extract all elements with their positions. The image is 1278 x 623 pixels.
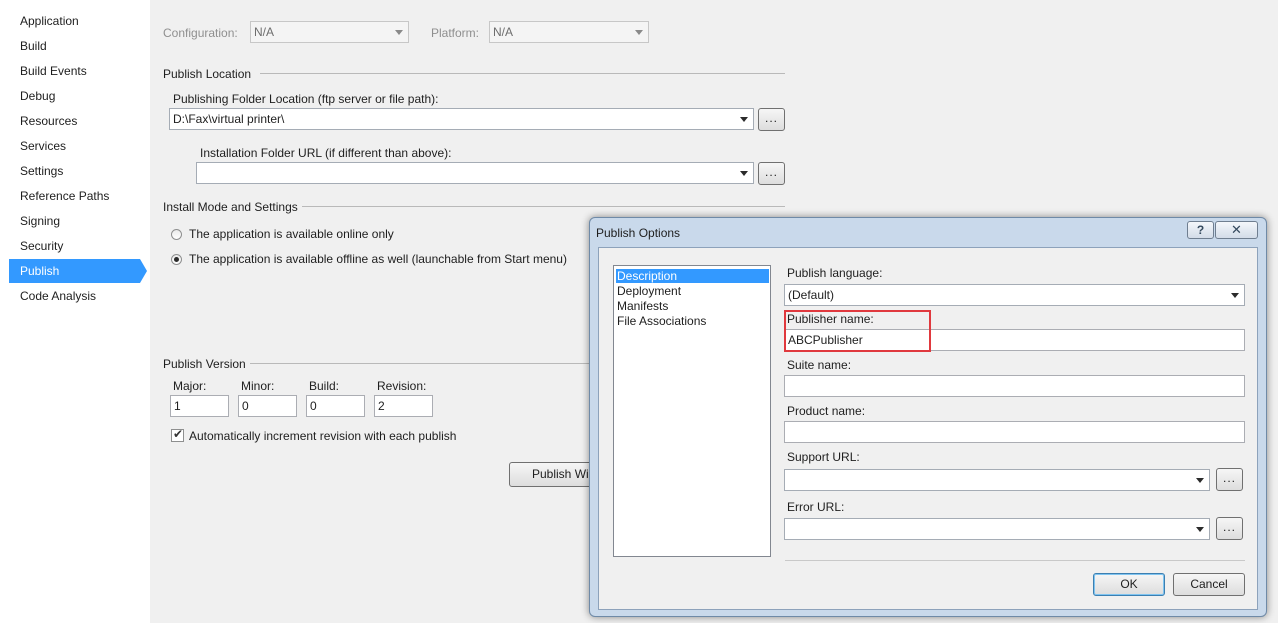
chevron-down-icon <box>740 171 748 176</box>
category-list[interactable]: Description Deployment Manifests File As… <box>613 265 771 557</box>
category-item-description[interactable]: Description <box>616 269 769 283</box>
publish-options-dialog: Publish Options ? ✕ Description Deployme… <box>589 217 1267 617</box>
suite-name-label: Suite name: <box>787 358 852 372</box>
product-name-label: Product name: <box>787 404 866 418</box>
checkmark-icon: ✔ <box>173 427 184 441</box>
chevron-down-icon <box>395 30 403 35</box>
installation-folder-label: Installation Folder URL (if different th… <box>200 146 452 160</box>
browse-install-button[interactable]: ... <box>758 162 785 185</box>
category-item-file-associations[interactable]: File Associations <box>616 314 769 328</box>
online-only-radio[interactable] <box>171 229 182 240</box>
build-input[interactable]: 0 <box>306 395 365 417</box>
section-divider <box>250 363 590 364</box>
online-only-label: The application is available online only <box>189 227 394 241</box>
chevron-down-icon <box>635 30 643 35</box>
offline-radio[interactable] <box>171 254 182 265</box>
platform-dropdown[interactable]: N/A <box>489 21 649 43</box>
publishing-folder-combo[interactable]: D:\Fax\virtual printer\ <box>169 108 754 130</box>
platform-label: Platform: <box>431 26 480 40</box>
sidebar-item-reference-paths[interactable]: Reference Paths <box>9 184 140 208</box>
browse-folder-button[interactable]: ... <box>758 108 785 131</box>
support-url-combo[interactable] <box>784 469 1210 491</box>
revision-value: 2 <box>378 399 385 413</box>
sidebar-item-build[interactable]: Build <box>9 34 140 58</box>
close-icon: ✕ <box>1231 222 1242 237</box>
chevron-down-icon <box>1231 293 1239 298</box>
project-properties-sidebar: Application Build Build Events Debug Res… <box>0 0 150 623</box>
error-url-combo[interactable] <box>784 518 1210 540</box>
publish-language-value: (Default) <box>788 288 835 302</box>
major-label: Major: <box>173 379 207 393</box>
support-url-label: Support URL: <box>787 450 860 464</box>
close-button[interactable]: ✕ <box>1215 221 1258 239</box>
sidebar-item-resources[interactable]: Resources <box>9 109 140 133</box>
active-tab-arrow-icon <box>140 259 147 283</box>
error-url-label: Error URL: <box>787 500 845 514</box>
publish-version-title: Publish Version <box>163 357 246 371</box>
configuration-dropdown[interactable]: N/A <box>250 21 409 43</box>
ok-button[interactable]: OK <box>1093 573 1165 596</box>
publish-language-label: Publish language: <box>787 266 883 280</box>
publishing-folder-label: Publishing Folder Location (ftp server o… <box>173 92 439 106</box>
build-label: Build: <box>309 379 340 393</box>
dialog-title: Publish Options <box>596 226 681 240</box>
chevron-down-icon <box>1196 527 1204 532</box>
minor-value: 0 <box>242 399 249 413</box>
product-name-input[interactable] <box>784 421 1245 443</box>
major-input[interactable]: 1 <box>170 395 229 417</box>
auto-increment-label: Automatically increment revision with ea… <box>189 429 457 443</box>
chevron-down-icon <box>1196 478 1204 483</box>
sidebar-item-publish[interactable]: Publish <box>9 259 140 283</box>
publish-location-title: Publish Location <box>163 67 252 81</box>
revision-label: Revision: <box>377 379 427 393</box>
sidebar-item-services[interactable]: Services <box>9 134 140 158</box>
publishing-folder-value: D:\Fax\virtual printer\ <box>173 112 285 126</box>
platform-value: N/A <box>493 25 514 39</box>
sidebar-item-build-events[interactable]: Build Events <box>9 59 140 83</box>
installation-folder-combo[interactable] <box>196 162 754 184</box>
cancel-button[interactable]: Cancel <box>1173 573 1245 596</box>
sidebar-item-settings[interactable]: Settings <box>9 159 140 183</box>
publisher-name-highlight <box>784 310 931 352</box>
suite-name-input[interactable] <box>784 375 1245 397</box>
sidebar-item-security[interactable]: Security <box>9 234 140 258</box>
minor-label: Minor: <box>241 379 275 393</box>
browse-support-url-button[interactable]: ... <box>1216 468 1243 491</box>
configuration-label: Configuration: <box>163 26 238 40</box>
sidebar-item-signing[interactable]: Signing <box>9 209 140 233</box>
category-item-deployment[interactable]: Deployment <box>616 284 769 298</box>
help-button[interactable]: ? <box>1187 221 1214 239</box>
section-divider <box>302 206 785 207</box>
offline-label: The application is available offline as … <box>189 252 567 266</box>
browse-error-url-button[interactable]: ... <box>1216 517 1243 540</box>
section-divider <box>260 73 785 74</box>
minor-input[interactable]: 0 <box>238 395 297 417</box>
sidebar-item-application[interactable]: Application <box>9 9 140 33</box>
auto-increment-checkbox[interactable]: ✔ <box>171 427 184 442</box>
dialog-body: Description Deployment Manifests File As… <box>598 247 1258 610</box>
radio-selected-dot <box>174 257 179 262</box>
sidebar-item-code-analysis[interactable]: Code Analysis <box>9 284 140 308</box>
dialog-divider <box>785 560 1245 561</box>
install-mode-title: Install Mode and Settings <box>163 200 298 214</box>
revision-input[interactable]: 2 <box>374 395 433 417</box>
build-value: 0 <box>310 399 317 413</box>
configuration-value: N/A <box>254 25 275 39</box>
chevron-down-icon <box>740 117 748 122</box>
category-item-manifests[interactable]: Manifests <box>616 299 769 313</box>
publish-language-dropdown[interactable]: (Default) <box>784 284 1245 306</box>
sidebar-item-debug[interactable]: Debug <box>9 84 140 108</box>
major-value: 1 <box>174 399 181 413</box>
